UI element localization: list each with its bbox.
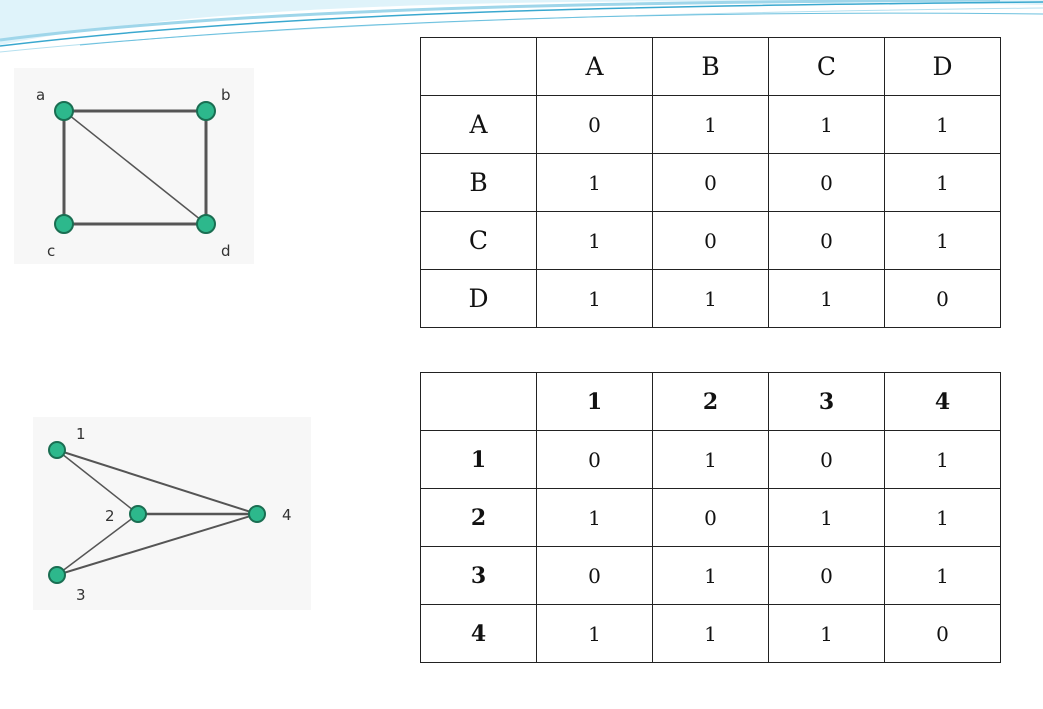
table-row: 3 0 1 0 1: [420, 546, 1001, 605]
table-cell: 1: [652, 546, 769, 605]
adjacency-table-letters: A B C D A 0 1 1 1 B 1 0 0 1 C 1 0 0 1 D …: [420, 37, 1001, 328]
node-label-c: c: [47, 242, 55, 260]
table-cell: 1: [652, 95, 769, 154]
col-header: 1: [536, 372, 653, 431]
table-row: D 1 1 1 0: [420, 269, 1001, 328]
table-row: 1 0 1 0 1: [420, 430, 1001, 489]
node-3: [48, 566, 66, 584]
col-header: 2: [652, 372, 769, 431]
table-cell: 1: [536, 488, 653, 547]
table-row: A 0 1 1 1: [420, 95, 1001, 154]
row-header: B: [420, 153, 537, 212]
table-header-row: A B C D: [420, 37, 1001, 96]
table-cell: 1: [652, 269, 769, 328]
table-cell: 0: [884, 604, 1001, 663]
table-cell: 1: [884, 430, 1001, 489]
col-header: 3: [768, 372, 885, 431]
table-cell: 1: [884, 95, 1001, 154]
edge-1-4: [56, 449, 258, 515]
row-header: 1: [420, 430, 537, 489]
table-cell: 1: [884, 153, 1001, 212]
table-cell: 0: [768, 546, 885, 605]
graph-abcd-edges: [62, 109, 208, 226]
table-header-row: 1 2 3 4: [420, 372, 1001, 431]
corner-cell: [420, 372, 537, 431]
col-header: 4: [884, 372, 1001, 431]
node-2: [129, 505, 147, 523]
node-label-2: 2: [105, 507, 115, 525]
table-cell: 0: [768, 211, 885, 270]
table-cell: 1: [768, 95, 885, 154]
table-cell: 1: [536, 211, 653, 270]
node-a: [54, 101, 74, 121]
row-header: A: [420, 95, 537, 154]
col-header: C: [768, 37, 885, 96]
table-cell: 0: [652, 211, 769, 270]
table-cell: 0: [768, 430, 885, 489]
table-row: B 1 0 0 1: [420, 153, 1001, 212]
table-cell: 1: [652, 430, 769, 489]
graph-abcd: a b c d: [14, 68, 254, 264]
col-header: A: [536, 37, 653, 96]
table-row: 4 1 1 1 0: [420, 604, 1001, 663]
table-cell: 0: [652, 153, 769, 212]
edge-1-2: [56, 449, 139, 515]
table-cell: 1: [536, 269, 653, 328]
edge-a-d: [63, 110, 207, 225]
row-header: C: [420, 211, 537, 270]
row-header: D: [420, 269, 537, 328]
table-cell: 0: [768, 153, 885, 212]
node-label-3: 3: [76, 586, 86, 604]
table-cell: 1: [884, 488, 1001, 547]
graph-1234: 1 2 3 4: [33, 417, 311, 610]
table-cell: 1: [884, 211, 1001, 270]
graph-1234-edges: [56, 449, 258, 576]
adjacency-table-numbers: 1 2 3 4 1 0 1 0 1 2 1 0 1 1 3 0 1 0 1 4 …: [420, 372, 1001, 663]
node-label-4: 4: [282, 506, 292, 524]
row-header: 3: [420, 546, 537, 605]
node-1: [48, 441, 66, 459]
table-cell: 1: [884, 546, 1001, 605]
row-header: 2: [420, 488, 537, 547]
table-cell: 1: [768, 269, 885, 328]
table-cell: 0: [536, 546, 653, 605]
table-cell: 1: [768, 604, 885, 663]
col-header: D: [884, 37, 1001, 96]
node-label-d: d: [221, 242, 231, 260]
table-cell: 1: [536, 153, 653, 212]
node-label-b: b: [221, 86, 231, 104]
table-cell: 0: [536, 430, 653, 489]
table-cell: 1: [768, 488, 885, 547]
table-cell: 1: [652, 604, 769, 663]
table-cell: 0: [536, 95, 653, 154]
node-b: [196, 101, 216, 121]
table-cell: 1: [536, 604, 653, 663]
node-label-1: 1: [76, 425, 86, 443]
edge-3-4: [56, 513, 258, 576]
row-header: 4: [420, 604, 537, 663]
table-cell: 0: [884, 269, 1001, 328]
node-c: [54, 214, 74, 234]
corner-cell: [420, 37, 537, 96]
node-label-a: a: [36, 86, 45, 104]
table-row: 2 1 0 1 1: [420, 488, 1001, 547]
table-cell: 0: [652, 488, 769, 547]
edge-2-3: [56, 513, 139, 576]
node-4: [248, 505, 266, 523]
node-d: [196, 214, 216, 234]
table-row: C 1 0 0 1: [420, 211, 1001, 270]
col-header: B: [652, 37, 769, 96]
